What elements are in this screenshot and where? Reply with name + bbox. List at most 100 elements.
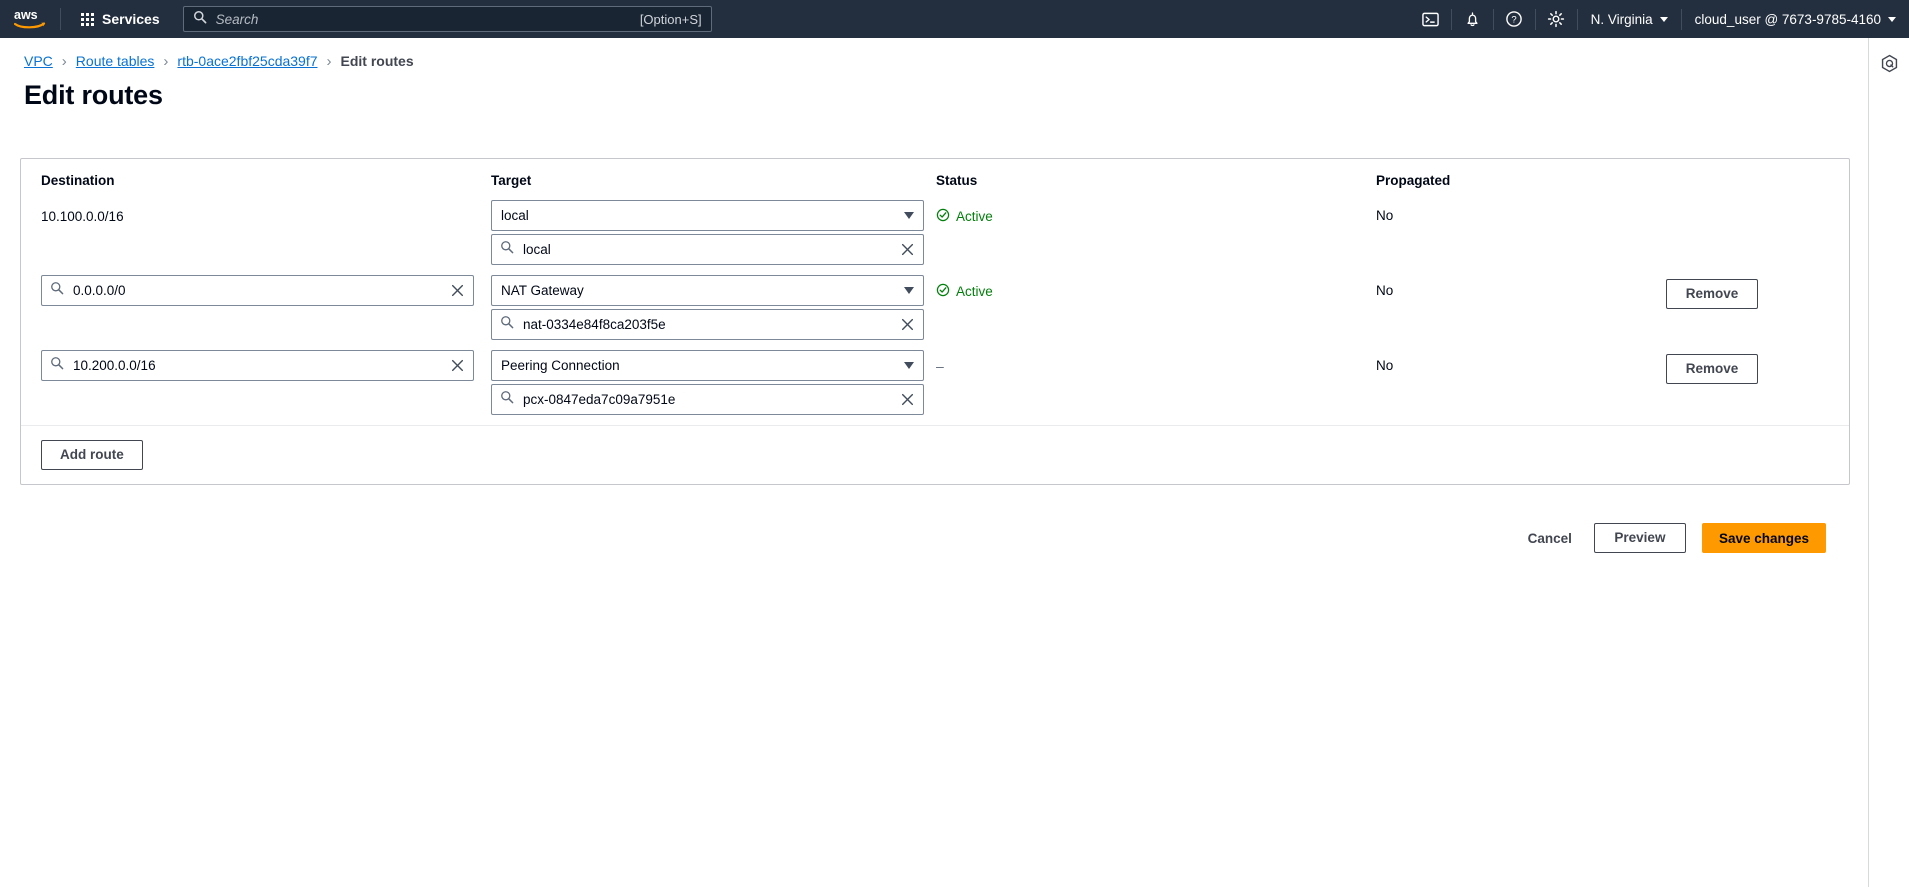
route-propagated-cell: No: [1376, 208, 1394, 223]
check-circle-icon: [936, 283, 950, 300]
column-header-target: Target: [491, 173, 532, 188]
route-status-cell: –: [936, 350, 1376, 376]
route-destination-cell: 0.0.0.0/0: [21, 275, 491, 306]
services-label: Services: [102, 11, 160, 27]
route-actions-cell: [1666, 200, 1826, 204]
close-icon[interactable]: [899, 242, 915, 258]
route-target-cell: local local: [491, 200, 936, 265]
route-status-cell: Active: [936, 275, 1376, 300]
route-target-cell: NAT Gateway nat-0334e84f8ca203f5e: [491, 275, 936, 340]
svg-text:?: ?: [1511, 15, 1516, 26]
route-actions-cell: Remove: [1666, 275, 1826, 309]
form-actions-bar: Cancel Preview Save changes: [0, 523, 1848, 553]
route-destination-cell: 10.200.0.0/16: [21, 350, 491, 381]
target-resource-input[interactable]: nat-0334e84f8ca203f5e: [491, 309, 924, 340]
destination-input[interactable]: 0.0.0.0/0: [41, 275, 474, 306]
search-icon: [50, 281, 64, 300]
nav-right-group: ? N. Virginia cloud_user @ 7673-9785-416…: [1410, 0, 1909, 38]
notifications-bell-icon[interactable]: [1452, 0, 1493, 38]
save-changes-button[interactable]: Save changes: [1701, 523, 1826, 553]
global-search-bar[interactable]: Search [Option+S]: [182, 6, 712, 32]
page-title: Edit routes: [24, 80, 163, 110]
account-label: cloud_user @ 7673-9785-4160: [1694, 11, 1881, 27]
breadcrumb-item-current: Edit routes: [340, 53, 414, 69]
chevron-down-icon: [904, 287, 914, 294]
cloudshell-icon[interactable]: [1410, 0, 1451, 38]
services-menu-button[interactable]: Services: [70, 6, 171, 32]
breadcrumb-separator-icon: ›: [326, 52, 332, 70]
target-type-select[interactable]: NAT Gateway: [491, 275, 924, 306]
status-badge: Active: [936, 208, 1376, 225]
destination-value: 0.0.0.0/0: [73, 283, 126, 298]
routes-table-header: Destination Target Status Propagated: [21, 159, 1849, 200]
destination-value: 10.200.0.0/16: [73, 358, 156, 373]
target-type-select[interactable]: local: [491, 200, 924, 231]
status-badge: Active: [936, 283, 1376, 300]
status-label: Active: [956, 209, 993, 224]
breadcrumb-item-route-table-id[interactable]: rtb-0ace2fbf25cda39f7: [177, 53, 317, 69]
target-resource-value: nat-0334e84f8ca203f5e: [523, 317, 666, 332]
right-side-panel-rail: [1868, 38, 1909, 887]
page-background-lower: [0, 507, 1868, 887]
close-icon[interactable]: [449, 358, 465, 374]
nav-divider: [60, 8, 61, 30]
target-type-value: NAT Gateway: [501, 283, 584, 298]
breadcrumb-separator-icon: ›: [61, 52, 67, 70]
region-selector[interactable]: N. Virginia: [1578, 0, 1681, 38]
route-actions-cell: Remove: [1666, 350, 1826, 384]
account-menu[interactable]: cloud_user @ 7673-9785-4160: [1682, 0, 1909, 38]
preview-button[interactable]: Preview: [1593, 523, 1686, 553]
route-status-cell: Active: [936, 200, 1376, 225]
chevron-down-icon: [1888, 16, 1896, 22]
search-icon: [193, 10, 207, 29]
target-resource-input[interactable]: pcx-0847eda7c09a7951e: [491, 384, 924, 415]
search-input[interactable]: Search: [216, 12, 640, 27]
status-badge: –: [936, 358, 944, 374]
close-icon[interactable]: [899, 317, 915, 333]
routes-editor-card: Destination Target Status Propagated 10.…: [20, 158, 1850, 485]
target-type-select[interactable]: Peering Connection: [491, 350, 924, 381]
table-row: 10.200.0.0/16 Peering Connection pcx-084…: [21, 350, 1849, 425]
route-propagated-cell: No: [1376, 358, 1394, 373]
settings-gear-icon[interactable]: [1536, 0, 1577, 38]
destination-input[interactable]: 10.200.0.0/16: [41, 350, 474, 381]
breadcrumb-item-route-tables[interactable]: Route tables: [76, 53, 155, 69]
table-row: 10.100.0.0/16 local local Active No: [21, 200, 1849, 275]
svg-text:aws: aws: [14, 8, 38, 22]
target-resource-input[interactable]: local: [491, 234, 924, 265]
status-label: Active: [956, 284, 993, 299]
target-resource-value: local: [523, 242, 551, 257]
close-icon[interactable]: [899, 392, 915, 408]
chevron-down-icon: [904, 212, 914, 219]
check-circle-icon: [936, 208, 950, 225]
add-route-button[interactable]: Add route: [41, 440, 143, 470]
column-header-propagated: Propagated: [1376, 173, 1451, 188]
route-target-cell: Peering Connection pcx-0847eda7c09a7951e: [491, 350, 936, 415]
column-header-destination: Destination: [41, 173, 115, 188]
destination-readonly-value: 10.100.0.0/16: [41, 209, 124, 224]
routes-card-footer: Add route: [21, 425, 1849, 484]
table-row: 0.0.0.0/0 NAT Gateway nat-0334e84f8ca203…: [21, 275, 1849, 350]
amazon-q-hexagon-icon[interactable]: [1874, 48, 1904, 78]
grid-menu-icon: [81, 12, 94, 26]
close-icon[interactable]: [449, 283, 465, 299]
help-question-icon[interactable]: ?: [1494, 0, 1535, 38]
aws-logo[interactable]: aws: [0, 0, 60, 38]
route-propagated-cell: No: [1376, 283, 1394, 298]
target-type-value: local: [501, 208, 529, 223]
search-icon: [500, 315, 514, 334]
chevron-down-icon: [904, 362, 914, 369]
breadcrumb-separator-icon: ›: [163, 52, 169, 70]
search-icon: [500, 240, 514, 259]
remove-route-button[interactable]: Remove: [1666, 354, 1758, 384]
search-icon: [50, 356, 64, 375]
main-content-area: VPC › Route tables › rtb-0ace2fbf25cda39…: [0, 38, 1868, 887]
breadcrumb: VPC › Route tables › rtb-0ace2fbf25cda39…: [0, 38, 1868, 70]
target-type-value: Peering Connection: [501, 358, 620, 373]
column-header-status: Status: [936, 173, 978, 188]
target-resource-value: pcx-0847eda7c09a7951e: [523, 392, 676, 407]
search-shortcut-hint: [Option+S]: [639, 11, 702, 27]
breadcrumb-item-vpc[interactable]: VPC: [24, 53, 53, 69]
remove-route-button[interactable]: Remove: [1666, 279, 1758, 309]
cancel-button[interactable]: Cancel: [1522, 523, 1578, 553]
